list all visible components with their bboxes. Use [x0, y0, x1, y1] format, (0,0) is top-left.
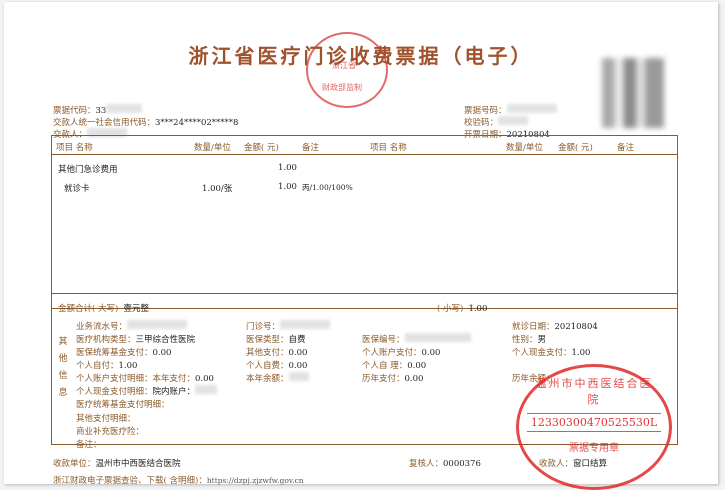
- col-qty-unit-right: 数量/单位: [506, 143, 543, 153]
- col-qty-unit: 数量/单位: [194, 143, 231, 153]
- item-name: 就诊卡: [64, 184, 90, 194]
- receipt-page: 浙江省 财政部监制 浙江省医疗门诊收费票据（电子） 票据代码：33 交款人统一社…: [4, 2, 718, 490]
- col-remark-right: 备注: [617, 143, 635, 153]
- col-amount-right: 金额( 元): [558, 143, 593, 153]
- cash-pay-value: 1.00: [571, 348, 591, 358]
- seal-hospital-name: 温州市中西医结合医院: [535, 377, 653, 406]
- item-remark: 丙/1.00/100%: [302, 183, 353, 192]
- balance-label: 本年余额：: [246, 374, 289, 384]
- col-item-name-right: 项目 名称: [370, 143, 407, 153]
- item-amount: 1.00: [278, 163, 297, 173]
- payer-credit-code-value: 3***24****02*****8: [155, 118, 239, 128]
- prev-year-label: 历年支付：: [362, 374, 405, 384]
- note-label: 备注：: [76, 440, 102, 450]
- item-qty: 1.00/张: [202, 184, 233, 194]
- fund-pay-value: 0.00: [152, 348, 172, 358]
- col-amount: 金额( 元): [244, 143, 279, 153]
- total-upper-value: 壹元整: [123, 304, 149, 314]
- redacted-block: [288, 372, 309, 381]
- cash-pay-label: 个人现金支付：: [512, 348, 572, 358]
- item-amount: 1.00: [278, 182, 297, 192]
- seal-code: 12330300470525530L: [527, 413, 661, 432]
- visit-date-value: 20210804: [554, 322, 598, 332]
- total-lower-value: 1.00: [468, 304, 488, 314]
- col-remark: 备注: [302, 143, 320, 153]
- total-upper-label: 金额合计( 大写): [58, 304, 119, 314]
- reviewer-label: 复核人：: [409, 459, 444, 469]
- verify-note-label: 浙江财政电子票据查验、下载( 含明细)：: [53, 476, 207, 486]
- seal-text-ministry: 财政部监制: [322, 83, 362, 92]
- other-info-side-label: 其 他 信 息: [58, 337, 68, 398]
- redacted-block: [195, 385, 218, 394]
- reviewer-value: 0000376: [443, 459, 481, 469]
- item-name: 其他门急诊费用: [58, 165, 118, 175]
- total-lower-label: ( 小写): [437, 304, 464, 314]
- seal-purpose: 票据专用章: [569, 443, 619, 454]
- col-item-name: 项目 名称: [56, 143, 93, 153]
- prev-year-value: 0.00: [404, 374, 424, 384]
- hospital-receipt-seal: 温州市中西医结合医院 12330300470525530L 票据专用章: [516, 364, 672, 490]
- verify-url[interactable]: https://dzpj.zjzwfw.gov.cn: [207, 476, 304, 485]
- qr-code: [602, 58, 664, 128]
